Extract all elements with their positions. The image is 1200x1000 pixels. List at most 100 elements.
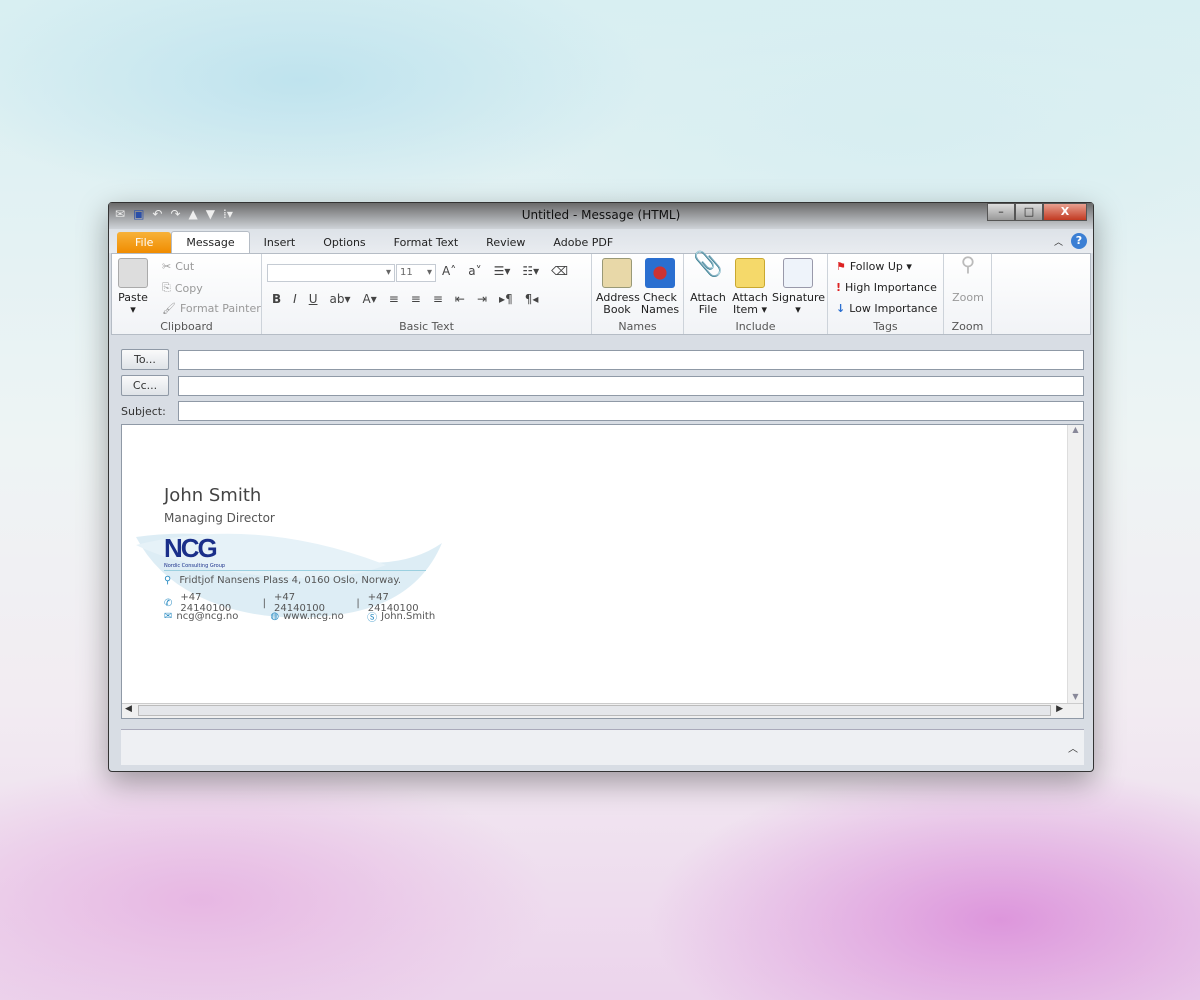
clipboard-label: Clipboard — [160, 320, 213, 333]
align-right-icon[interactable]: ≡ — [433, 292, 443, 306]
grow-font-icon[interactable]: A˄ — [442, 264, 456, 278]
scroll-left-icon[interactable]: ◀ — [125, 704, 132, 714]
tab-review[interactable]: Review — [472, 232, 539, 253]
signature-skype: John.Smith — [381, 611, 436, 622]
copy-icon: ⎘ — [162, 281, 171, 294]
highlight-icon[interactable]: ab▾ — [330, 292, 351, 306]
close-button[interactable]: X — [1043, 203, 1087, 221]
address-book-button[interactable]: Address Book — [596, 258, 640, 316]
bullets-icon[interactable]: ☰▾ — [494, 264, 511, 278]
increase-indent-icon[interactable]: ⇥ — [477, 292, 487, 306]
paragraph-tools-row2: B I Uab▾ A▾ ≡ ≡ ≡ ⇤ ⇥ ▸¶ ¶◂ — [272, 292, 538, 306]
font-size-combo[interactable]: 11 ▾ — [396, 264, 436, 282]
tab-adobe-pdf[interactable]: Adobe PDF — [539, 232, 627, 253]
scroll-up-icon[interactable]: ▲ — [1068, 425, 1083, 434]
cut-button[interactable]: ✂ Cut — [162, 260, 194, 273]
rtl-icon[interactable]: ¶◂ — [525, 292, 539, 306]
low-importance-button[interactable]: ↓ Low Importance — [836, 302, 937, 315]
minimize-button[interactable]: – — [987, 203, 1015, 221]
font-size-value: 11 — [400, 267, 413, 278]
flag-icon: ⚑ — [836, 260, 846, 273]
underline-icon[interactable]: U — [309, 292, 318, 306]
numbering-icon[interactable]: ☷▾ — [522, 264, 539, 278]
format-painter-button[interactable]: 🖌 Format Painter — [162, 302, 261, 315]
names-label: Names — [618, 320, 657, 333]
cc-button[interactable]: Cc... — [121, 375, 169, 396]
paste-icon — [118, 258, 148, 288]
follow-up-button[interactable]: ⚑ Follow Up ▾ — [836, 260, 912, 273]
paperclip-icon: 📎 — [693, 250, 723, 278]
clear-format-icon[interactable]: ⌫ — [551, 264, 568, 278]
scroll-down-icon[interactable]: ▼ — [1068, 692, 1083, 701]
skype-icon: Ⓢ — [367, 613, 378, 624]
email-icon: ✉ — [164, 611, 173, 622]
tab-format-text[interactable]: Format Text — [380, 232, 473, 253]
ncg-logo: NCG — [164, 533, 218, 563]
tab-options[interactable]: Options — [309, 232, 379, 253]
font-color-icon[interactable]: A▾ — [363, 292, 377, 306]
ltr-icon[interactable]: ▸¶ — [499, 292, 513, 306]
scroll-right-icon[interactable]: ▶ — [1056, 704, 1063, 714]
basic-text-label: Basic Text — [399, 320, 454, 333]
copy-button[interactable]: ⎘ Copy — [162, 281, 203, 295]
title-bar: ✉ ▣ ↶ ↷ ▲ ▼ ⁞▾ Untitled - Message (HTML)… — [109, 203, 1093, 229]
align-left-icon[interactable]: ≡ — [389, 292, 399, 306]
signature-address-row: ⚲ Fridtjof Nansens Plass 4, 0160 Oslo, No… — [164, 575, 401, 586]
signature-divider — [164, 570, 426, 571]
people-pane: ︿ — [121, 729, 1084, 765]
subject-label: Subject: — [121, 405, 166, 418]
to-button[interactable]: To... — [121, 349, 169, 370]
check-names-button[interactable]: Check Names — [640, 258, 680, 316]
basic-text-group: ▾ 11 ▾ A˄ a˅ ☰▾ ☷▾ ⌫ B I Uab▾ A▾ ≡ ≡ ≡ ⇤ ⇥ ▸¶ ¶◂ Basic … — [262, 254, 592, 334]
message-body[interactable]: John Smith Managing Director NCG Nordic … — [121, 424, 1084, 719]
envelope-icon — [735, 258, 765, 288]
tags-label: Tags — [873, 320, 898, 333]
include-label: Include — [735, 320, 776, 333]
italic-icon[interactable]: I — [293, 292, 297, 306]
bold-icon[interactable]: B — [272, 292, 281, 306]
to-input[interactable] — [178, 350, 1084, 370]
tab-file[interactable]: File — [117, 232, 172, 253]
ribbon-tabs: File Message Insert Options Format Text … — [109, 229, 1093, 253]
outlook-message-window: ✉ ▣ ↶ ↷ ▲ ▼ ⁞▾ Untitled - Message (HTML)… — [108, 202, 1094, 772]
align-center-icon[interactable]: ≡ — [411, 292, 421, 306]
signature-website[interactable]: www.ncg.no — [283, 611, 363, 622]
scroll-thumb[interactable] — [138, 705, 1051, 716]
subject-input[interactable] — [178, 401, 1084, 421]
phone-icon: ✆ — [164, 597, 173, 609]
cc-input[interactable] — [178, 376, 1084, 396]
signature-contact-row: ✉ ncg@ncg.no ◍ www.ncg.no Ⓢ John.Smith — [164, 609, 435, 624]
high-importance-button[interactable]: ! High Importance — [836, 281, 937, 294]
expand-people-pane-icon[interactable]: ︿ — [1068, 740, 1078, 755]
signature-email[interactable]: ncg@ncg.no — [176, 611, 266, 622]
maximize-button[interactable]: □ — [1015, 203, 1043, 221]
horizontal-scrollbar[interactable]: ◀ ▶ — [122, 703, 1083, 718]
copy-label: Copy — [174, 281, 203, 295]
clipboard-group: Paste ▾ ✂ Cut ⎘ Copy 🖌 Format Painter Clipbo… — [112, 254, 262, 334]
tags-group: ⚑ Follow Up ▾ ! High Importance ↓ Low Impor… — [828, 254, 944, 334]
help-icon[interactable]: ? — [1071, 233, 1087, 249]
address-book-icon — [602, 258, 632, 288]
brush-icon: 🖌 — [162, 302, 176, 315]
zoom-button[interactable]: ⚲ Zoom — [948, 254, 988, 304]
shrink-font-icon[interactable]: a˅ — [468, 264, 481, 278]
attach-item-button[interactable]: Attach Item ▾ — [730, 258, 770, 316]
signature-address: Fridtjof Nansens Plass 4, 0160 Oslo, Nor… — [179, 575, 402, 586]
include-group: 📎 Attach File Attach Item ▾ Signature ▾ Incl… — [684, 250, 828, 334]
font-name-combo[interactable]: ▾ — [267, 264, 395, 282]
minimize-ribbon-icon[interactable]: ︿ — [1054, 235, 1063, 248]
paste-button[interactable]: Paste ▾ — [118, 258, 148, 316]
tab-message[interactable]: Message — [171, 231, 250, 253]
scissors-icon: ✂ — [162, 260, 172, 273]
decrease-indent-icon[interactable]: ⇤ — [455, 292, 465, 306]
signature-pencil-icon — [783, 258, 813, 288]
tab-insert[interactable]: Insert — [250, 232, 310, 253]
down-arrow-icon: ↓ — [836, 302, 846, 315]
cut-label: Cut — [175, 260, 195, 273]
signature-name: John Smith — [164, 485, 262, 506]
signature-button[interactable]: Signature ▾ — [772, 258, 825, 316]
vertical-scrollbar[interactable]: ▲ ▼ — [1067, 425, 1083, 703]
attach-file-button[interactable]: 📎 Attach File — [688, 250, 728, 316]
zoom-label: Zoom — [951, 320, 984, 333]
paste-label: Paste — [118, 291, 148, 304]
